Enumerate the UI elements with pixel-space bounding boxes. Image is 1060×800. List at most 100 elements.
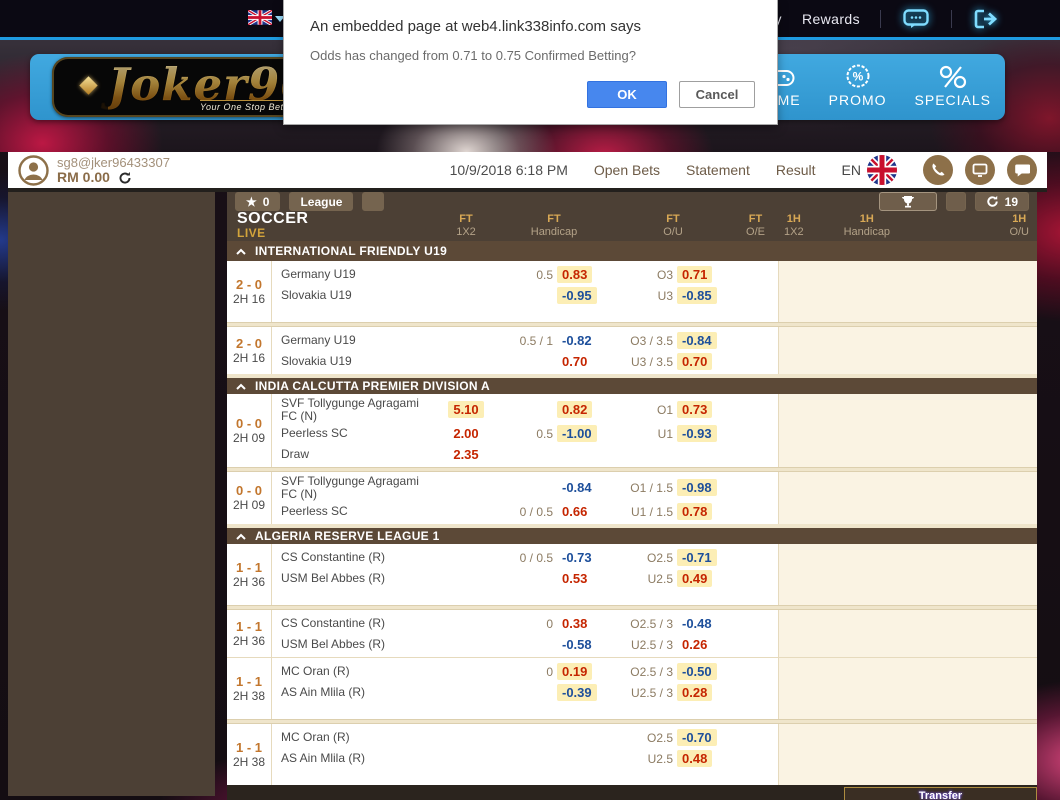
odds-row: SVF Tollygunge Agragami FC (N)5.100.82O1… [272,397,1037,423]
odds-value[interactable]: -0.85 [677,287,717,304]
statement-link[interactable]: Statement [686,162,750,178]
odds-value[interactable]: 0.48 [677,750,712,767]
handicap-odds-cell: -0.39 [557,684,613,702]
menu-item-specials[interactable]: SPECIALS [915,61,991,108]
handicap-odds-cell: -1.00 [557,425,613,443]
blank-toolbar-button[interactable] [362,192,384,211]
odds-value[interactable]: 5.10 [448,401,483,418]
chat-icon[interactable] [901,8,931,30]
score-time-cell: 1 - 12H 38 [227,658,272,719]
odds-value[interactable]: 0.53 [557,570,592,587]
league-header[interactable]: ALGERIA RESERVE LEAGUE 1 [227,524,1037,544]
league-header[interactable]: INDIA CALCUTTA PREMIER DIVISION A [227,374,1037,394]
team-name: MC Oran (R) [272,731,437,744]
odds-value[interactable]: -0.84 [557,479,597,496]
ou-line: U2.5 / 3 [613,638,677,652]
odds-value[interactable]: 0.26 [677,636,712,653]
blank-toolbar-button-2[interactable] [946,192,966,211]
odds-value[interactable]: 0.28 [677,684,712,701]
odds-value[interactable]: 0.82 [557,401,592,418]
odds-value[interactable]: -0.71 [677,549,717,566]
match-block: 1 - 12H 36CS Constantine (R)00.38O2.5 / … [227,610,1037,657]
odds-value[interactable]: -0.98 [677,479,717,496]
menu-item-promo[interactable]: % PROMO [829,61,887,108]
match-time: 2H 16 [233,292,265,306]
nav-language-flag[interactable] [248,10,285,25]
chat-bubble-icon[interactable] [1007,155,1037,185]
match-rows: Germany U190.50.83O30.71Slovakia U19-0.9… [272,261,1037,322]
odds-value[interactable]: 0.78 [677,503,712,520]
menu-label: SPECIALS [915,92,991,108]
odds-value[interactable]: -0.82 [557,332,597,349]
odds-row: USM Bel Abbes (R)-0.58U2.5 / 30.26 [272,634,1037,655]
column-ft-1x2: FT1X2 [437,213,495,239]
odds-value[interactable]: -0.50 [677,663,717,680]
logout-icon[interactable] [972,8,1002,30]
language-selector[interactable]: EN [842,155,897,185]
cancel-button[interactable]: Cancel [679,81,755,108]
odds-row: AS Ain Mlila (R)-0.39U2.5 / 30.28 [272,682,1037,703]
svg-text:%: % [852,70,863,84]
odds-value[interactable]: -0.70 [677,729,717,746]
favorites-button[interactable]: ★ 0 [235,192,280,211]
odds-value[interactable]: 0.70 [677,353,712,370]
phone-icon[interactable] [923,155,953,185]
odds-value[interactable]: 0.70 [557,353,592,370]
match-rows: Germany U190.5 / 1-0.82O3 / 3.5-0.84Slov… [272,327,1037,374]
team-name: Germany U19 [272,268,437,281]
datetime: 10/9/2018 6:18 PM [450,162,568,178]
odds-value[interactable]: 0.19 [557,663,592,680]
odds-value[interactable]: -0.58 [557,636,597,653]
trophy-button[interactable] [879,192,937,211]
ou-odds-cell: 0.26 [677,636,733,654]
match-time: 2H 36 [233,575,265,589]
odds-value[interactable]: 2.00 [448,425,483,442]
league-button[interactable]: League [289,192,353,211]
language-code: EN [842,162,861,178]
handicap-odds-cell: 0.70 [557,353,613,371]
promo-badge-icon: % [845,61,871,89]
score-time-cell: 0 - 02H 09 [227,472,272,524]
odds-value[interactable]: 0.73 [677,401,712,418]
score-time-cell: 2 - 02H 16 [227,261,272,322]
handicap-odds-cell: -0.82 [557,332,613,350]
ou-odds-cell: -0.70 [677,729,733,747]
ou-line: U3 / 3.5 [613,355,677,369]
column-ft-ou: FTO/U [613,213,733,239]
user-info: sg8@jker96433307 RM 0.00 [57,155,170,185]
handicap-line: 0.5 / 1 [495,334,557,348]
monitor-icon[interactable] [965,155,995,185]
ou-line: U2.5 / 3 [613,686,677,700]
odds-value[interactable]: -0.48 [677,615,717,632]
odds-value[interactable]: -0.93 [677,425,717,442]
transfer-button[interactable]: Transfer [844,787,1037,800]
odds-value[interactable]: -1.00 [557,425,597,442]
banner-menu: GAME % PROMO SPECIALS [755,61,991,108]
odds-value[interactable]: -0.84 [677,332,717,349]
league-header[interactable]: INTERNATIONAL FRIENDLY U19 [227,241,1037,261]
nav-item-rewards[interactable]: Rewards [802,11,860,27]
odds-value[interactable]: 0.49 [677,570,712,587]
result-link[interactable]: Result [776,162,816,178]
odds-value[interactable]: -0.73 [557,549,597,566]
open-bets-link[interactable]: Open Bets [594,162,660,178]
ok-button[interactable]: OK [587,81,667,108]
ou-odds-cell: 0.28 [677,684,733,702]
odds-value[interactable]: 0.66 [557,503,592,520]
ou-line: O2.5 / 3 [613,617,677,631]
avatar[interactable] [18,155,49,186]
odds-value[interactable]: -0.39 [557,684,597,701]
league-section: ALGERIA RESERVE LEAGUE 1 1 - 12H 36CS Con… [227,524,1037,785]
odds-value[interactable]: 0.83 [557,266,592,283]
score-time-cell: 0 - 02H 09 [227,394,272,467]
odds-value[interactable]: 2.35 [448,446,483,463]
odds-value[interactable]: 0.38 [557,615,592,632]
odds-value[interactable]: 0.71 [677,266,712,283]
refresh-balance-icon[interactable] [118,171,132,185]
refresh-button[interactable]: 19 [975,192,1029,211]
league-name: INTERNATIONAL FRIENDLY U19 [255,244,447,258]
uk-flag-icon [867,155,897,185]
odds-value[interactable]: -0.95 [557,287,597,304]
percent-icon [938,61,968,89]
ou-odds-cell: 0.70 [677,353,733,371]
